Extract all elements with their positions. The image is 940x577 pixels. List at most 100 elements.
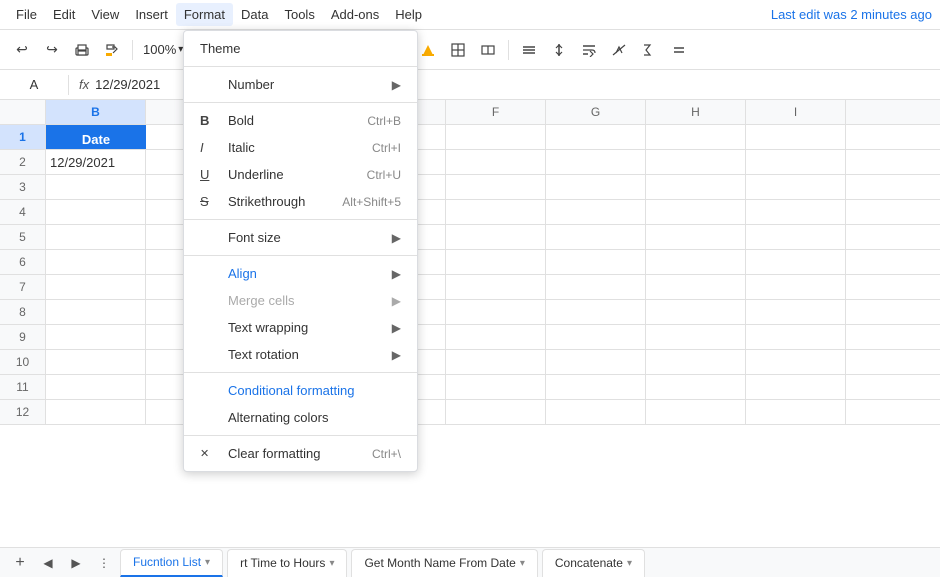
sheet-tab-chevron-icon: ▾: [329, 558, 334, 569]
cell-b1[interactable]: Date: [46, 125, 146, 149]
zoom-value: 100%: [143, 42, 176, 57]
table-row: 11: [0, 375, 940, 400]
row-num-11[interactable]: 11: [0, 375, 46, 399]
format-italic-item[interactable]: I Italic Ctrl+I: [184, 134, 417, 161]
align-label: Align: [228, 266, 384, 281]
menu-tools[interactable]: Tools: [276, 3, 322, 26]
sheet-nav-left[interactable]: ◀: [36, 551, 60, 575]
cell-f2[interactable]: [446, 150, 546, 174]
row-num-6[interactable]: 6: [0, 250, 46, 274]
menu-edit[interactable]: Edit: [45, 3, 83, 26]
clear-label: Clear formatting: [228, 446, 356, 461]
cell-f1[interactable]: [446, 125, 546, 149]
cell-h1[interactable]: [646, 125, 746, 149]
format-strikethrough-item[interactable]: S Strikethrough Alt+Shift+5: [184, 188, 417, 215]
row-num-3[interactable]: 3: [0, 175, 46, 199]
cell-b2[interactable]: 12/29/2021: [46, 150, 146, 174]
strikethrough-icon: S: [200, 194, 220, 209]
row-num-7[interactable]: 7: [0, 275, 46, 299]
col-header-i[interactable]: I: [746, 100, 846, 124]
row-num-12[interactable]: 12: [0, 400, 46, 424]
format-text-rotation-item[interactable]: Text rotation ▶: [184, 341, 417, 368]
wrap-button[interactable]: [575, 36, 603, 64]
format-bold-item[interactable]: B Bold Ctrl+B: [184, 107, 417, 134]
font-size-arrow-icon: ▶: [392, 231, 401, 245]
row-num-9[interactable]: 9: [0, 325, 46, 349]
sheet-tabs: + ◀ ▶ ⋮ Fucntion List ▾ rt Time to Hours…: [0, 547, 940, 577]
paint-format-button[interactable]: [98, 36, 126, 64]
sheet-tab-concatenate[interactable]: Concatenate ▾: [542, 549, 645, 577]
sheet-add-button[interactable]: +: [8, 551, 32, 575]
format-clear-item[interactable]: ✕ Clear formatting Ctrl+\: [184, 440, 417, 467]
format-number-item[interactable]: Number ▶: [184, 71, 417, 98]
menu-data[interactable]: Data: [233, 3, 276, 26]
col-header-g[interactable]: G: [546, 100, 646, 124]
format-underline-item[interactable]: U Underline Ctrl+U: [184, 161, 417, 188]
cell-g1[interactable]: [546, 125, 646, 149]
row-num-2[interactable]: 2: [0, 150, 46, 174]
format-theme-item[interactable]: Theme: [184, 35, 417, 62]
sheet-nav-right[interactable]: ▶: [64, 551, 88, 575]
format-merge-item[interactable]: Merge cells ▶: [184, 287, 417, 314]
sheet-tab-time-to-hours[interactable]: rt Time to Hours ▾: [227, 549, 347, 577]
menu-insert[interactable]: Insert: [127, 3, 176, 26]
conditional-label: Conditional formatting: [228, 383, 401, 398]
format-text-wrapping-item[interactable]: Text wrapping ▶: [184, 314, 417, 341]
more-button[interactable]: [665, 36, 693, 64]
cell-i1[interactable]: [746, 125, 846, 149]
cell-g2[interactable]: [546, 150, 646, 174]
menu-separator-5: [184, 372, 417, 373]
formula-bar: fx: [0, 70, 940, 100]
zoom-selector[interactable]: 100% ▾: [139, 40, 187, 59]
sheet-tab-label: Concatenate: [555, 556, 623, 570]
fill-color-button[interactable]: [414, 36, 442, 64]
functions-button[interactable]: [635, 36, 663, 64]
row-col-spacer: [0, 100, 46, 124]
align-v-button[interactable]: [545, 36, 573, 64]
borders-button[interactable]: [444, 36, 472, 64]
row-num-4[interactable]: 4: [0, 200, 46, 224]
table-row: 8: [0, 300, 940, 325]
redo-button[interactable]: ↪: [38, 36, 66, 64]
row-num-10[interactable]: 10: [0, 350, 46, 374]
menu-addons[interactable]: Add-ons: [323, 3, 387, 26]
cell-i2[interactable]: [746, 150, 846, 174]
col-header-f[interactable]: F: [446, 100, 546, 124]
merge-button[interactable]: [474, 36, 502, 64]
col-header-b[interactable]: B: [46, 100, 146, 124]
sheet-menu-button[interactable]: ⋮: [92, 551, 116, 575]
sheet-tab-function-list[interactable]: Fucntion List ▾: [120, 549, 223, 577]
underline-shortcut: Ctrl+U: [367, 168, 401, 182]
italic-label: Italic: [228, 140, 356, 155]
menu-format[interactable]: Format: [176, 3, 233, 26]
format-dropdown-menu: Theme Number ▶ B Bold Ctrl+B I Italic Ct…: [183, 30, 418, 472]
alternating-label: Alternating colors: [228, 410, 401, 425]
menu-help[interactable]: Help: [387, 3, 430, 26]
row-num-5[interactable]: 5: [0, 225, 46, 249]
col-header-h[interactable]: H: [646, 100, 746, 124]
format-conditional-item[interactable]: Conditional formatting: [184, 377, 417, 404]
rotate-button[interactable]: [605, 36, 633, 64]
bold-icon: B: [200, 113, 220, 128]
text-wrapping-label: Text wrapping: [228, 320, 384, 335]
menu-separator-1: [184, 66, 417, 67]
italic-shortcut: Ctrl+I: [372, 141, 401, 155]
undo-button[interactable]: ↩: [8, 36, 36, 64]
align-arrow-icon: ▶: [392, 267, 401, 281]
menu-file[interactable]: File: [8, 3, 45, 26]
row-num-1[interactable]: 1: [0, 125, 46, 149]
format-alternating-item[interactable]: Alternating colors: [184, 404, 417, 431]
number-arrow-icon: ▶: [392, 78, 401, 92]
print-button[interactable]: [68, 36, 96, 64]
clear-icon: ✕: [200, 447, 220, 460]
table-row: 1 Date: [0, 125, 940, 150]
row-num-8[interactable]: 8: [0, 300, 46, 324]
sheet-tab-month-name[interactable]: Get Month Name From Date ▾: [351, 549, 537, 577]
format-font-size-item[interactable]: Font size ▶: [184, 224, 417, 251]
menu-separator-3: [184, 219, 417, 220]
align-h-button[interactable]: [515, 36, 543, 64]
menu-view[interactable]: View: [83, 3, 127, 26]
cell-h2[interactable]: [646, 150, 746, 174]
format-align-item[interactable]: Align ▶: [184, 260, 417, 287]
cell-reference-input[interactable]: [4, 77, 64, 92]
